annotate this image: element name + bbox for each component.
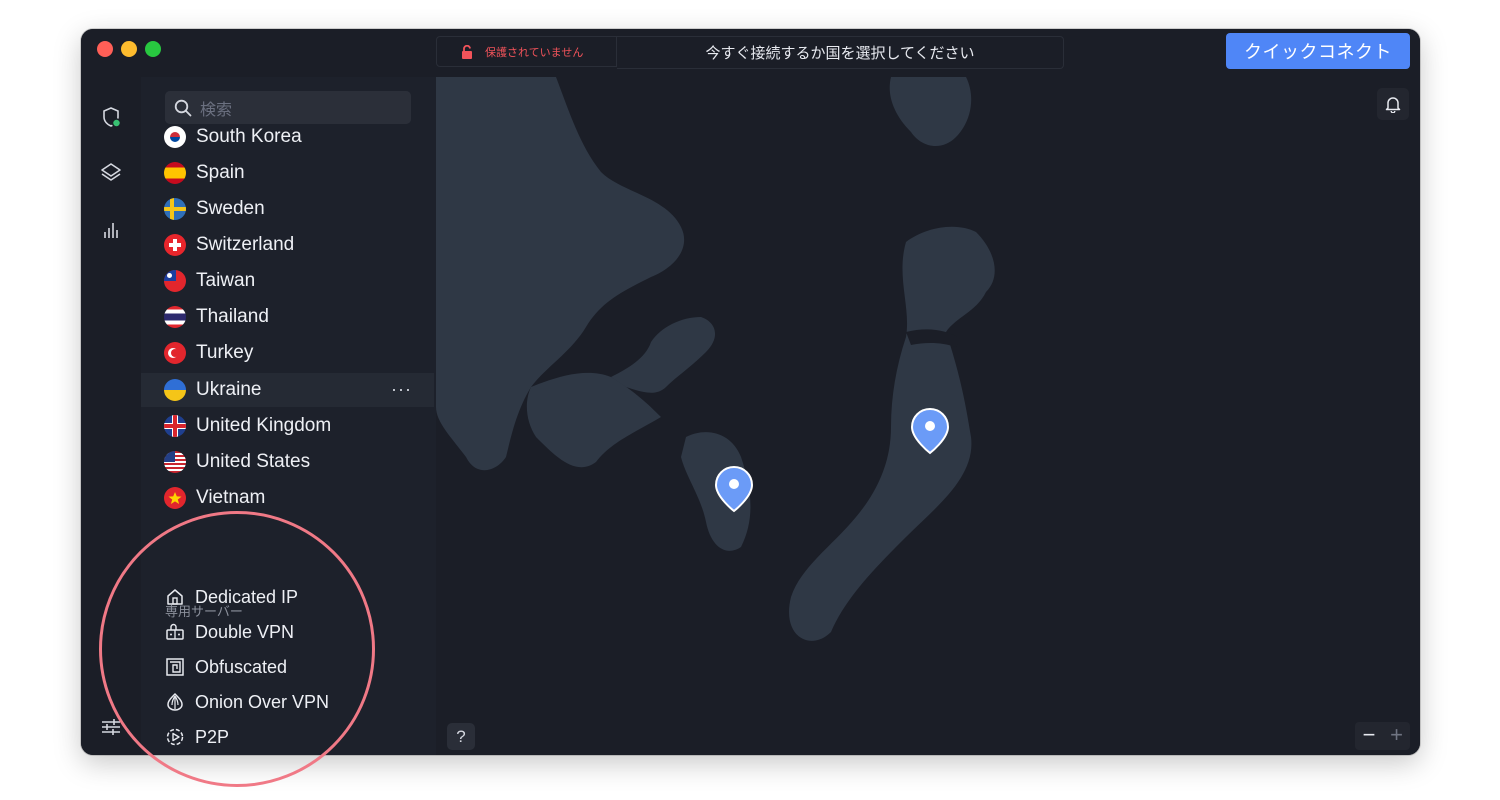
nav-rail <box>81 77 141 755</box>
taiwan-flag <box>164 270 186 292</box>
title-bar: 保護されていません 今すぐ接続するか国を選択してください クイックコネクト <box>81 29 1420 77</box>
specialty-label: Double VPN <box>195 621 295 642</box>
country-item-ukraine[interactable]: Ukraine ··· <box>141 373 434 407</box>
location-pin-icon[interactable] <box>714 465 754 513</box>
south-korea-flag <box>164 126 186 148</box>
country-item-switzerland[interactable]: Switzerland <box>141 228 434 262</box>
country-item-united-kingdom[interactable]: United Kingdom <box>141 409 434 443</box>
unlocked-icon <box>462 45 472 59</box>
zoom-out-button[interactable]: − <box>1355 722 1383 750</box>
country-name: Ukraine <box>196 379 262 400</box>
sweden-flag <box>164 198 186 220</box>
ukraine-flag <box>164 379 186 401</box>
connection-status: 保護されていません <box>436 36 617 67</box>
country-item-sweden[interactable]: Sweden <box>141 192 434 226</box>
help-button[interactable]: ? <box>447 723 475 750</box>
thailand-flag <box>164 306 186 328</box>
country-item-spain[interactable]: Spain <box>141 156 434 190</box>
double-lock-icon <box>166 623 184 640</box>
country-name: Sweden <box>196 198 265 219</box>
uk-flag <box>164 415 186 437</box>
prompt-text: 今すぐ接続するか国を選択してください <box>705 45 975 62</box>
specialty-label: Dedicated IP <box>195 586 299 607</box>
specialty-item-onion-over-vpn[interactable]: Onion Over VPN <box>165 687 329 717</box>
bell-icon <box>1385 97 1401 113</box>
search-placeholder: 検索 <box>200 101 233 119</box>
us-flag <box>164 451 186 473</box>
notifications-button[interactable] <box>1377 88 1409 120</box>
country-item-vietnam[interactable]: Vietnam <box>141 481 434 515</box>
close-window-button[interactable] <box>97 41 113 57</box>
specialty-item-dedicated-ip[interactable]: Dedicated IP <box>165 582 298 612</box>
country-name: Taiwan <box>196 270 256 291</box>
quick-connect-button[interactable]: クイックコネクト <box>1226 33 1410 69</box>
switzerland-flag <box>164 234 186 256</box>
country-name: United Kingdom <box>196 415 332 436</box>
app-window: 保護されていません 今すぐ接続するか国を選択してください クイックコネクト So… <box>81 29 1420 755</box>
stats-icon[interactable] <box>99 217 123 241</box>
country-item-turkey[interactable]: Turkey <box>141 336 434 370</box>
specialty-item-double-vpn[interactable]: Double VPN <box>165 617 294 647</box>
country-name: Thailand <box>196 306 269 327</box>
layers-icon[interactable] <box>99 161 123 185</box>
vietnam-flag <box>164 487 186 509</box>
shield-icon[interactable] <box>99 105 123 129</box>
search-icon <box>174 99 192 116</box>
maximize-window-button[interactable] <box>145 41 161 57</box>
onion-icon <box>167 692 183 711</box>
specialty-label: Onion Over VPN <box>195 691 330 712</box>
country-item-united-states[interactable]: United States <box>141 445 434 479</box>
settings-sliders-icon[interactable] <box>99 715 123 739</box>
specialty-label: P2P <box>195 726 230 747</box>
status-text: 保護されていません <box>485 46 584 59</box>
specialty-item-p2p[interactable]: P2P <box>165 722 229 752</box>
search-bar-overlay: 検索 <box>165 91 411 124</box>
specialty-label: Obfuscated <box>195 656 288 677</box>
country-name: South Korea <box>196 126 302 147</box>
country-name: Spain <box>196 162 245 183</box>
specialty-item-obfuscated[interactable]: Obfuscated <box>165 652 287 682</box>
country-name: Switzerland <box>196 234 295 255</box>
p2p-icon <box>166 728 184 746</box>
world-map[interactable]: ? − + <box>436 77 1420 755</box>
country-item-south-korea[interactable]: South Korea <box>141 120 434 154</box>
zoom-controls: − + <box>1355 722 1410 750</box>
connection-prompt: 今すぐ接続するか国を選択してください <box>617 36 1064 69</box>
zoom-in-button[interactable]: + <box>1383 722 1410 750</box>
country-name: Vietnam <box>196 487 266 508</box>
location-pin-icon[interactable] <box>910 407 950 455</box>
spain-flag <box>164 162 186 184</box>
maze-icon <box>166 658 184 676</box>
country-item-taiwan[interactable]: Taiwan <box>141 264 434 298</box>
more-options-button[interactable]: ··· <box>391 379 412 400</box>
country-name: United States <box>196 451 311 472</box>
country-list-panel: 検索 South Korea 検索 Spain Sweden <box>141 77 436 755</box>
country-name: Turkey <box>196 342 254 363</box>
turkey-flag <box>164 342 186 364</box>
country-item-thailand[interactable]: Thailand <box>141 300 434 334</box>
house-icon <box>167 589 183 605</box>
minimize-window-button[interactable] <box>121 41 137 57</box>
